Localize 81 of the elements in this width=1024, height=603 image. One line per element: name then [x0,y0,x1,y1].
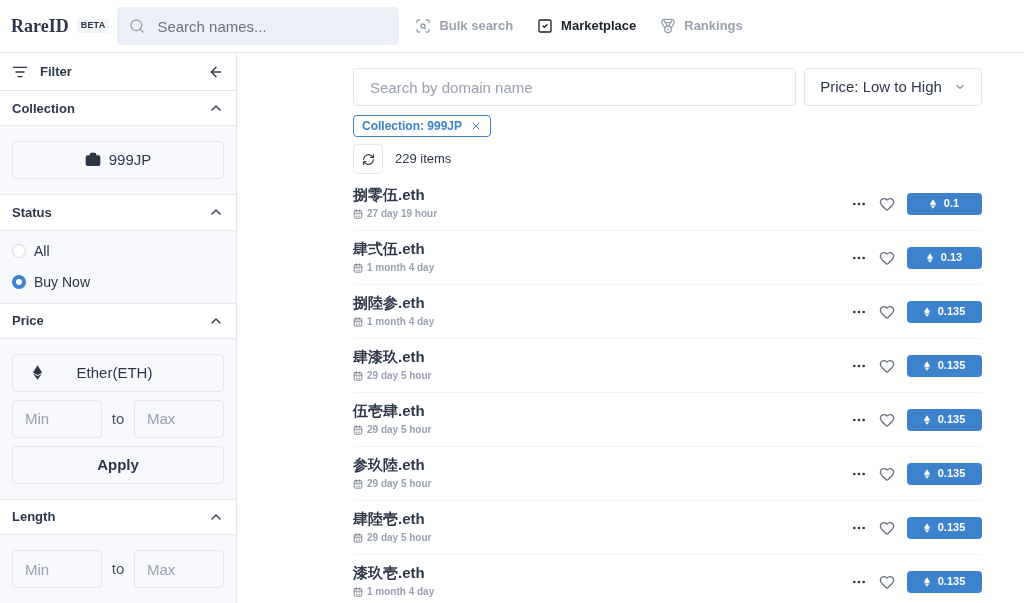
beta-badge: BETA [76,19,110,33]
nav-link[interactable]: Marketplace [537,16,637,36]
filter-title: Filter [40,62,72,81]
domain-name[interactable]: 捌零伍.eth [353,185,851,205]
expiry-time: 1 month 4 day [367,315,435,330]
expiry-time: 1 month 4 day [367,261,435,276]
range-separator: to [110,408,126,429]
calendar-icon [353,532,363,543]
buy-price-button[interactable]: 0.13 [907,246,982,269]
sort-dropdown[interactable]: Price: Low to High [804,68,982,106]
calendar-icon [353,424,363,435]
heart-icon[interactable] [879,573,895,590]
search-icon [129,18,146,34]
section-title: Price [12,311,44,330]
heart-icon[interactable] [879,195,895,212]
ether-icon [926,252,933,263]
medal-icon [660,18,677,34]
briefcase-icon [84,152,101,169]
ether-icon [923,306,930,317]
max-field[interactable]: Max [134,399,224,438]
domain-name[interactable]: 参玖陸.eth [353,455,851,475]
calendar-icon [353,478,363,489]
section-title: Collection [12,99,75,118]
item-count: 229 items [395,150,452,169]
min-field[interactable]: Min [12,550,102,588]
heart-icon[interactable] [879,249,895,266]
search-field[interactable]: Search names... [117,7,400,45]
heart-icon[interactable] [879,357,895,374]
expiry-time: 29 day 5 hour [367,423,432,438]
expiry-time: 29 day 5 hour [367,531,432,546]
radio-label: Buy Now [34,272,91,292]
ether-icon [923,360,930,371]
heart-icon[interactable] [879,465,895,482]
calendar-icon [353,370,363,381]
ether-icon [33,365,42,381]
currency-select[interactable]: Ether(ETH) [12,353,224,392]
expiry-time: 1 month 4 day [367,585,435,600]
ether-icon [923,576,930,587]
ether-icon [923,468,930,479]
buy-price-button[interactable]: 0.135 [907,408,982,431]
buy-price-button[interactable]: 0.135 [907,462,982,485]
logo[interactable]: RareID [11,12,69,40]
list-search-icon [415,18,432,34]
heart-icon[interactable] [879,411,895,428]
domain-name[interactable]: 肆弍伍.eth [353,239,851,259]
buy-price-button[interactable]: 0.135 [907,300,982,323]
domain-name[interactable]: 伍壱肆.eth [353,401,851,421]
expiry-time: 27 day 19 hour [367,207,438,222]
max-field[interactable]: Max [134,550,224,588]
expiry-time: 29 day 5 hour [367,477,432,492]
buy-price-button[interactable]: 0.135 [907,570,982,593]
radio-button[interactable] [12,275,26,290]
domain-name[interactable]: 捌陸参.eth [353,293,851,313]
ether-icon [929,198,936,209]
calendar-icon [353,316,363,327]
heart-icon[interactable] [879,519,895,536]
section-title: Length [12,508,56,527]
range-separator: to [110,558,126,579]
collection-button[interactable]: 999JP [12,141,224,180]
domain-search-field[interactable]: Search by domain name [353,68,796,106]
calendar-icon [353,208,363,219]
refresh-button[interactable] [353,144,383,174]
expiry-time: 29 day 5 hour [367,369,432,384]
buy-price-button[interactable]: 0.1 [907,192,982,215]
domain-name[interactable]: 肆陸壱.eth [353,509,851,529]
section-title: Status [12,203,52,222]
ether-icon [923,522,930,533]
checkbox-icon [537,18,554,34]
calendar-icon [353,586,363,597]
radio-label: All [34,241,50,261]
ether-icon [923,414,930,425]
min-field[interactable]: Min [12,399,102,438]
calendar-icon [353,262,363,273]
domain-name[interactable]: 肆漆玖.eth [353,347,851,367]
refresh-icon [361,152,375,166]
buy-price-button[interactable]: 0.135 [907,516,982,539]
apply-button[interactable]: Apply [12,445,224,484]
buy-price-button[interactable]: 0.135 [907,354,982,377]
filter-chip[interactable]: Collection: 999JP [353,115,492,137]
domain-name[interactable]: 漆玖壱.eth [353,563,851,583]
heart-icon[interactable] [879,303,895,320]
